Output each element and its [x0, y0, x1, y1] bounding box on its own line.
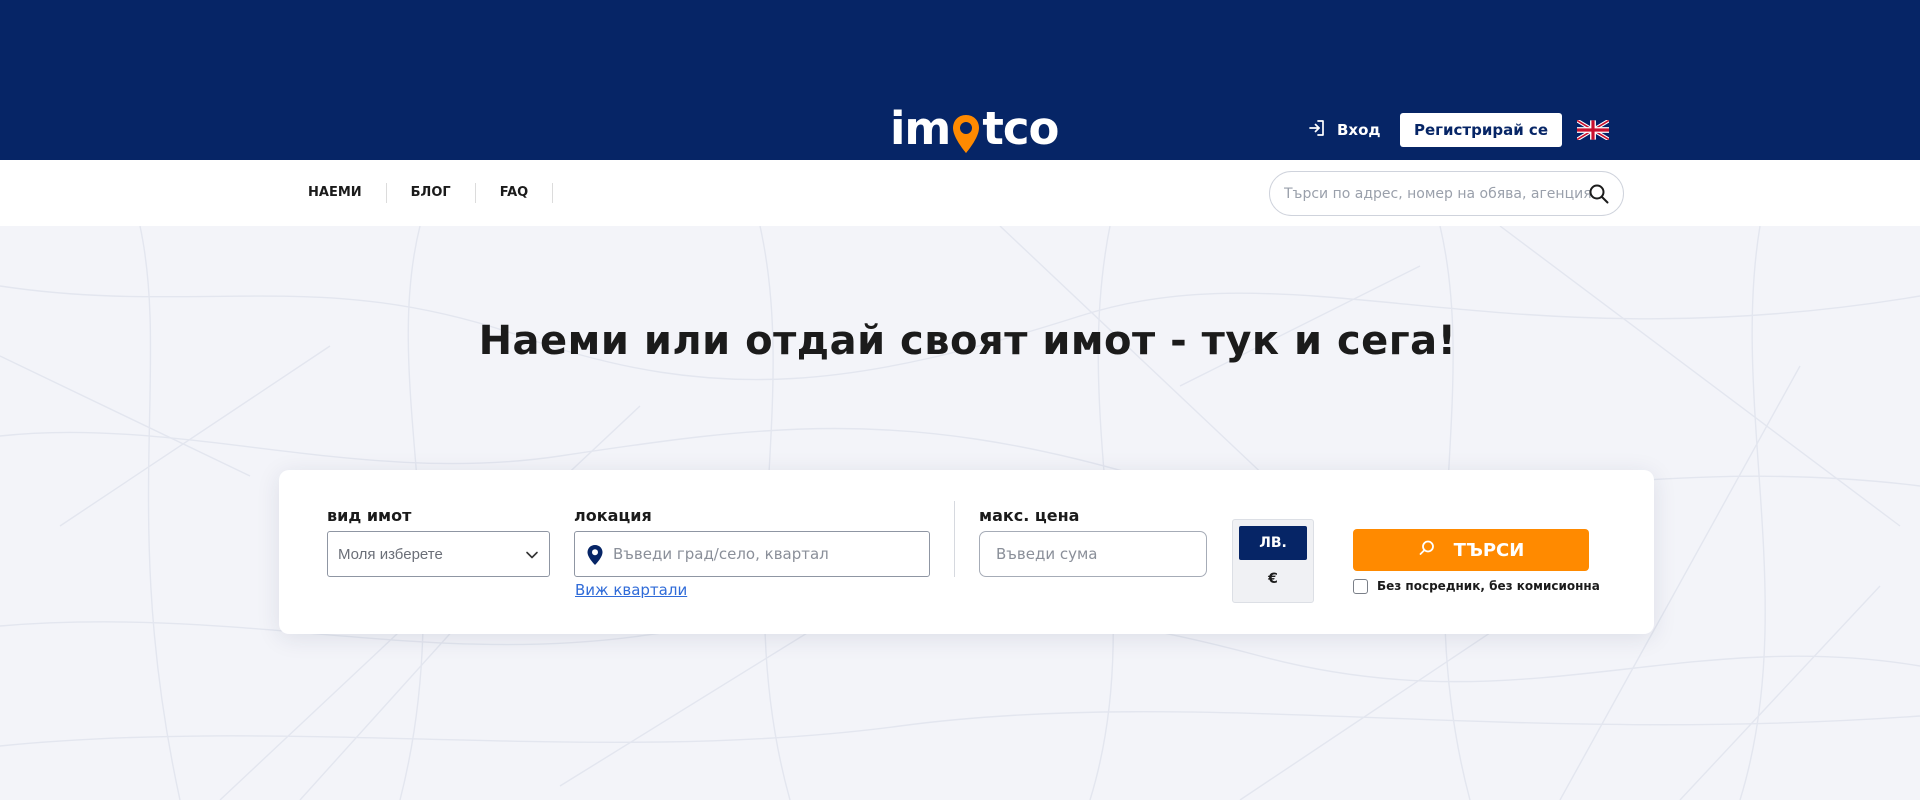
location-label: локация	[574, 506, 652, 525]
logo-text-end: tco	[982, 101, 1059, 155]
nav-item-faq[interactable]: FAQ	[476, 183, 554, 203]
logo-pin-icon	[951, 113, 981, 159]
form-divider	[954, 501, 955, 577]
uk-flag-icon[interactable]	[1576, 118, 1610, 142]
max-price-input[interactable]	[979, 531, 1207, 577]
search-icon[interactable]	[1588, 183, 1610, 205]
main-nav: НАЕМИ БЛОГ FAQ	[285, 160, 554, 226]
currency-eur-button[interactable]: €	[1239, 562, 1307, 596]
login-icon	[1307, 118, 1327, 142]
global-search-input[interactable]	[1284, 172, 1594, 215]
login-link[interactable]: Вход	[1307, 116, 1381, 144]
nav-item-rent[interactable]: НАЕМИ	[285, 183, 387, 203]
property-type-value: Моля изберете	[338, 545, 443, 563]
login-label: Вход	[1337, 121, 1381, 139]
property-type-label: вид имот	[327, 506, 412, 525]
location-pin-icon	[586, 544, 604, 566]
register-button[interactable]: Регистрирай се	[1400, 113, 1562, 147]
hero-title: Наеми или отдай своят имот - тук и сега!	[478, 318, 1457, 364]
top-header: im tco Вход Регистрирай се	[0, 0, 1920, 160]
currency-toggle: ЛВ. €	[1232, 519, 1314, 603]
no-commission-option: Без посредник, без комисионна	[1353, 576, 1600, 596]
currency-bgn-button[interactable]: ЛВ.	[1239, 526, 1307, 560]
max-price-label: макс. цена	[979, 506, 1080, 525]
nav-item-blog[interactable]: БЛОГ	[387, 183, 476, 203]
main-navbar: НАЕМИ БЛОГ FAQ	[0, 160, 1920, 226]
logo-text-start: im	[890, 101, 951, 155]
no-commission-label[interactable]: Без посредник, без комисионна	[1377, 579, 1600, 593]
no-commission-checkbox[interactable]	[1353, 578, 1368, 594]
chevron-down-icon	[525, 548, 539, 562]
search-button-label: ТЪРСИ	[1453, 539, 1525, 561]
search-button[interactable]: ТЪРСИ	[1353, 529, 1589, 571]
global-search	[1269, 171, 1624, 216]
site-logo[interactable]: im tco	[890, 100, 1059, 159]
search-card: вид имот Моля изберете локация Виж кварт…	[279, 470, 1654, 634]
search-icon	[1418, 539, 1436, 562]
view-neighborhoods-link[interactable]: Виж квартали	[575, 581, 687, 599]
property-type-select[interactable]: Моля изберете	[327, 531, 550, 577]
location-input[interactable]	[613, 532, 923, 576]
location-field	[574, 531, 930, 577]
